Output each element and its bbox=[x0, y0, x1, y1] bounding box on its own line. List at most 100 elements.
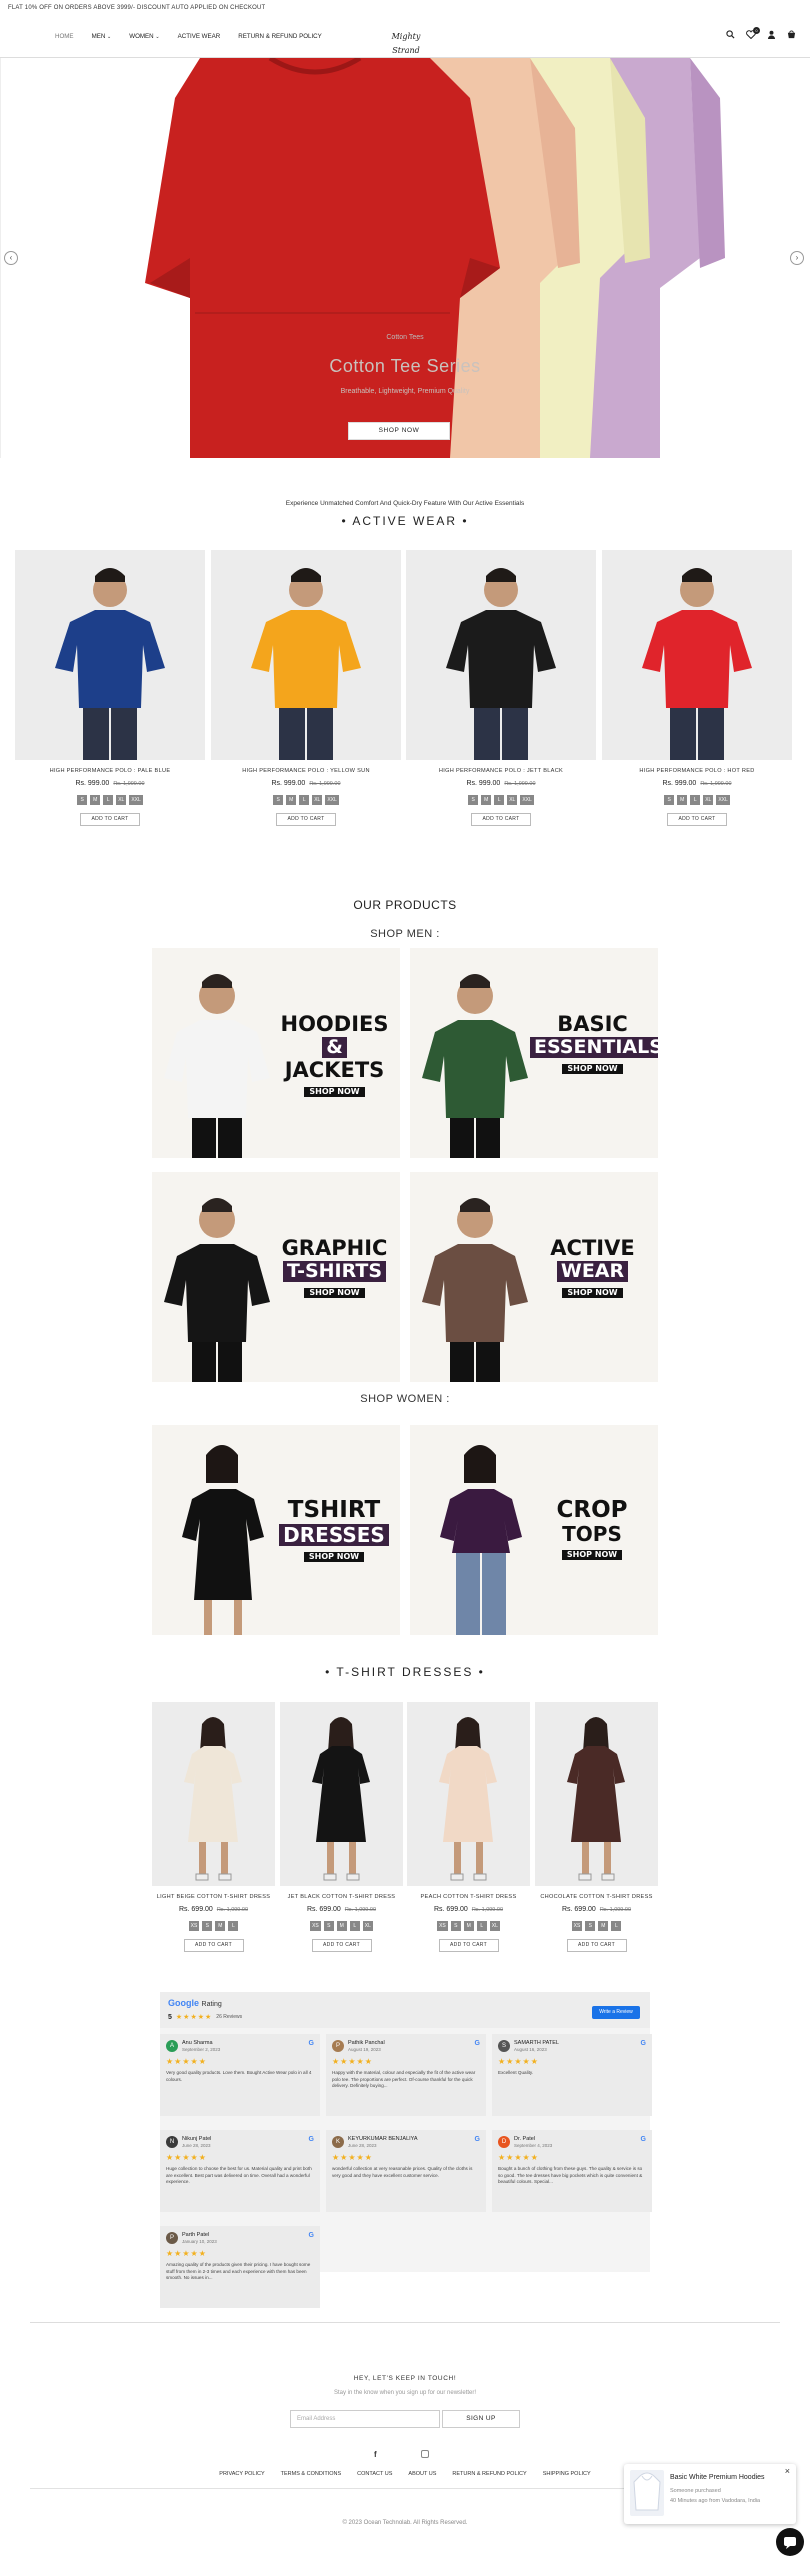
size-option[interactable]: S bbox=[202, 1921, 213, 1931]
size-option[interactable]: S bbox=[585, 1921, 596, 1931]
banner-shop-now[interactable]: SHOP NOW bbox=[272, 1282, 397, 1298]
product-image[interactable] bbox=[535, 1702, 658, 1886]
banner-shop-now[interactable]: SHOP NOW bbox=[530, 1058, 655, 1074]
category-banner[interactable]: TSHIRT DRESSES SHOP NOW bbox=[152, 1425, 400, 1635]
wishlist-icon[interactable]: 0 bbox=[746, 27, 760, 39]
product-image[interactable] bbox=[280, 1702, 403, 1886]
add-to-cart-button[interactable]: ADD TO CART bbox=[276, 813, 336, 826]
nav-men[interactable]: MEN ⌄ bbox=[92, 33, 112, 40]
size-option[interactable]: S bbox=[664, 795, 675, 805]
size-option[interactable]: S bbox=[77, 795, 88, 805]
size-option[interactable]: XL bbox=[703, 795, 714, 805]
footer-link[interactable]: SHIPPING POLICY bbox=[543, 2471, 591, 2477]
nav-active-wear[interactable]: ACTIVE WEAR bbox=[178, 33, 221, 40]
banner-shop-now[interactable]: SHOP NOW bbox=[530, 1282, 655, 1298]
size-option[interactable]: XL bbox=[489, 1921, 500, 1931]
product-name[interactable]: HIGH PERFORMANCE POLO : YELLOW SUN bbox=[211, 768, 401, 774]
size-option[interactable]: XS bbox=[437, 1921, 448, 1931]
size-option[interactable]: L bbox=[299, 795, 310, 805]
facebook-icon[interactable]: f bbox=[374, 2450, 377, 2459]
recent-purchase-popup[interactable]: Basic White Premium Hoodies Someone purc… bbox=[624, 2464, 796, 2524]
product-name[interactable]: JET BLACK COTTON T-SHIRT DRESS bbox=[280, 1894, 403, 1900]
product-name[interactable]: HIGH PERFORMANCE POLO : PALE BLUE bbox=[15, 768, 205, 774]
size-option[interactable]: M bbox=[90, 795, 101, 805]
chat-widget-button[interactable] bbox=[776, 2528, 804, 2556]
size-option[interactable]: XL bbox=[507, 795, 518, 805]
search-icon[interactable] bbox=[726, 30, 735, 39]
category-banner[interactable]: HOODIES & JACKETS SHOP NOW bbox=[152, 948, 400, 1158]
footer-link[interactable]: CONTACT US bbox=[357, 2471, 392, 2477]
size-option[interactable]: S bbox=[468, 795, 479, 805]
product-name[interactable]: PEACH COTTON T-SHIRT DRESS bbox=[407, 1894, 530, 1900]
size-option[interactable]: M bbox=[677, 795, 688, 805]
banner-shop-now[interactable]: SHOP NOW bbox=[528, 1544, 656, 1560]
size-option[interactable]: L bbox=[228, 1921, 239, 1931]
size-option[interactable]: XS bbox=[188, 1921, 200, 1931]
size-option[interactable]: L bbox=[494, 795, 505, 805]
size-option[interactable]: XS bbox=[310, 1921, 321, 1931]
product-card[interactable]: HIGH PERFORMANCE POLO : JETT BLACK Rs. 99… bbox=[406, 550, 596, 826]
size-option[interactable]: L bbox=[476, 1921, 487, 1931]
size-option[interactable]: L bbox=[690, 795, 701, 805]
category-banner[interactable]: CROP TOPS SHOP NOW bbox=[410, 1425, 658, 1635]
account-icon[interactable] bbox=[767, 30, 776, 39]
category-banner[interactable]: ACTIVE WEAR SHOP NOW bbox=[410, 1172, 658, 1382]
size-option[interactable]: M bbox=[215, 1921, 226, 1931]
product-card[interactable]: HIGH PERFORMANCE POLO : YELLOW SUN Rs. 99… bbox=[211, 550, 401, 826]
size-option[interactable]: M bbox=[336, 1921, 347, 1931]
nav-home[interactable]: HOME bbox=[55, 33, 74, 40]
product-card[interactable]: HIGH PERFORMANCE POLO : PALE BLUE Rs. 999… bbox=[15, 550, 205, 826]
nav-women[interactable]: WOMEN ⌄ bbox=[129, 33, 159, 40]
newsletter-email-input[interactable]: Email Address bbox=[290, 2410, 440, 2428]
banner-shop-now[interactable]: SHOP NOW bbox=[272, 1081, 397, 1097]
size-option[interactable]: S bbox=[450, 1921, 461, 1931]
category-banner[interactable]: BASIC ESSENTIALS SHOP NOW bbox=[410, 948, 658, 1158]
size-option[interactable]: XL bbox=[312, 795, 323, 805]
hero-next-arrow[interactable]: › bbox=[790, 251, 804, 265]
nav-return-policy[interactable]: RETURN & REFUND POLICY bbox=[238, 33, 322, 40]
product-image[interactable] bbox=[407, 1702, 530, 1886]
add-to-cart-button[interactable]: ADD TO CART bbox=[311, 1939, 372, 1952]
product-image[interactable] bbox=[152, 1702, 275, 1886]
size-option[interactable]: XXL bbox=[325, 795, 339, 805]
size-option[interactable]: M bbox=[481, 795, 492, 805]
product-card[interactable]: HIGH PERFORMANCE POLO : HOT RED Rs. 999.0… bbox=[602, 550, 792, 826]
add-to-cart-button[interactable]: ADD TO CART bbox=[471, 813, 531, 826]
hero-shop-now-button[interactable]: SHOP NOW bbox=[348, 422, 450, 440]
size-option[interactable]: M bbox=[598, 1921, 609, 1931]
footer-link[interactable]: TERMS & CONDITIONS bbox=[281, 2471, 342, 2477]
close-icon[interactable]: × bbox=[785, 2466, 790, 2476]
footer-link[interactable]: ABOUT US bbox=[408, 2471, 436, 2477]
footer-link[interactable]: PRIVACY POLICY bbox=[219, 2471, 264, 2477]
add-to-cart-button[interactable]: ADD TO CART bbox=[667, 813, 727, 826]
product-card[interactable]: PEACH COTTON T-SHIRT DRESS Rs. 699.00 Rs. … bbox=[407, 1702, 530, 1952]
product-card[interactable]: CHOCOLATE COTTON T-SHIRT DRESS Rs. 699.00… bbox=[535, 1702, 658, 1952]
hero-prev-arrow[interactable]: ‹ bbox=[4, 251, 18, 265]
product-card[interactable]: LIGHT BEIGE COTTON T-SHIRT DRESS Rs. 699.… bbox=[152, 1702, 275, 1952]
size-option[interactable]: XL bbox=[362, 1921, 373, 1931]
write-review-button[interactable]: Write a Review bbox=[592, 2006, 640, 2019]
size-option[interactable]: M bbox=[286, 795, 297, 805]
product-name[interactable]: HIGH PERFORMANCE POLO : JETT BLACK bbox=[406, 768, 596, 774]
product-card[interactable]: JET BLACK COTTON T-SHIRT DRESS Rs. 699.00… bbox=[280, 1702, 403, 1952]
product-name[interactable]: CHOCOLATE COTTON T-SHIRT DRESS bbox=[535, 1894, 658, 1900]
popup-product-title[interactable]: Basic White Premium Hoodies bbox=[670, 2474, 765, 2481]
size-option[interactable]: L bbox=[349, 1921, 360, 1931]
size-option[interactable]: XXL bbox=[129, 795, 143, 805]
product-image[interactable] bbox=[602, 550, 792, 760]
size-option[interactable]: M bbox=[463, 1921, 474, 1931]
category-banner[interactable]: GRAPHIC T-SHIRTS SHOP NOW bbox=[152, 1172, 400, 1382]
instagram-icon[interactable] bbox=[421, 2450, 429, 2458]
add-to-cart-button[interactable]: ADD TO CART bbox=[566, 1939, 627, 1952]
size-option[interactable]: XS bbox=[571, 1921, 583, 1931]
cart-icon[interactable] bbox=[787, 30, 796, 39]
size-option[interactable]: S bbox=[323, 1921, 334, 1931]
add-to-cart-button[interactable]: ADD TO CART bbox=[80, 813, 140, 826]
banner-shop-now[interactable]: SHOP NOW bbox=[270, 1546, 398, 1562]
size-option[interactable]: L bbox=[103, 795, 114, 805]
product-name[interactable]: HIGH PERFORMANCE POLO : HOT RED bbox=[602, 768, 792, 774]
footer-link[interactable]: RETURN & REFUND POLICY bbox=[452, 2471, 526, 2477]
add-to-cart-button[interactable]: ADD TO CART bbox=[183, 1939, 244, 1952]
size-option[interactable]: L bbox=[611, 1921, 622, 1931]
product-image[interactable] bbox=[211, 550, 401, 760]
